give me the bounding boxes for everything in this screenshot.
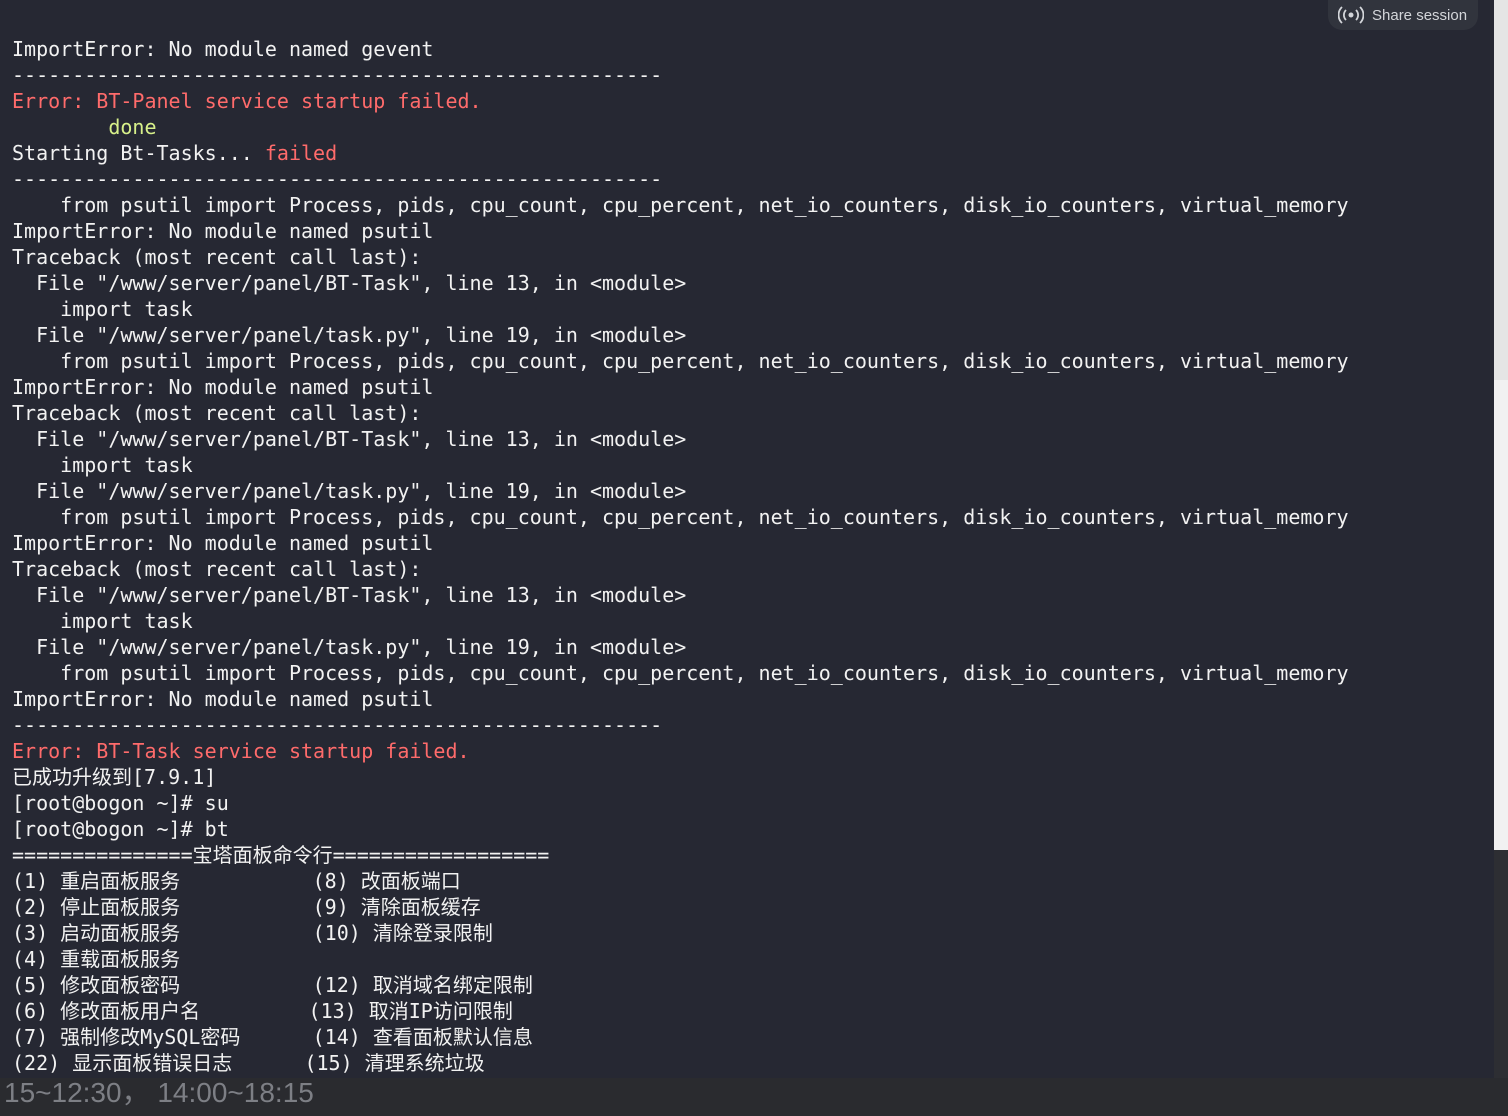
terminal-line: (5) 修改面板密码 (12) 取消域名绑定限制	[12, 973, 533, 997]
share-session-button[interactable]: Share session	[1328, 0, 1478, 30]
terminal-line: File "/www/server/panel/BT-Task", line 1…	[12, 271, 687, 295]
broadcast-icon	[1338, 6, 1364, 24]
background-schedule-text: 15~12:30， 14:00~18:15	[4, 1077, 314, 1108]
terminal-line: (3) 启动面板服务 (10) 清除登录限制	[12, 921, 493, 945]
terminal-line: from psutil import Process, pids, cpu_co…	[12, 193, 1349, 217]
terminal-line-segment: failed	[264, 141, 338, 165]
terminal-line: ImportError: No module named gevent	[12, 37, 434, 61]
terminal-line: (1) 重启面板服务 (8) 改面板端口	[12, 869, 461, 893]
terminal-line: ImportError: No module named psutil	[12, 531, 434, 555]
terminal-line: from psutil import Process, pids, cpu_co…	[12, 661, 1349, 685]
share-session-label: Share session	[1372, 6, 1468, 24]
terminal-line: ----------------------------------------…	[12, 713, 663, 737]
terminal-line: (6) 修改面板用户名 (13) 取消IP访问限制	[12, 999, 513, 1023]
terminal-line: Traceback (most recent call last):	[12, 401, 422, 425]
terminal-line: import task	[12, 609, 193, 633]
terminal-line: done	[12, 115, 157, 139]
terminal-line: ----------------------------------------…	[12, 63, 663, 87]
terminal-line: (4) 重载面板服务	[12, 947, 181, 971]
terminal-line: File "/www/server/panel/task.py", line 1…	[12, 635, 687, 659]
terminal-line: ImportError: No module named psutil	[12, 219, 434, 243]
scrollbar-thumb[interactable]	[1494, 0, 1508, 380]
terminal-line: File "/www/server/panel/BT-Task", line 1…	[12, 427, 687, 451]
terminal-line: (22) 显示面板错误日志 (15) 清理系统垃圾	[12, 1051, 485, 1075]
terminal-line: from psutil import Process, pids, cpu_co…	[12, 349, 1349, 373]
terminal-line: ===============宝塔面板命令行==================	[12, 843, 550, 867]
terminal-line: File "/www/server/panel/BT-Task", line 1…	[12, 583, 687, 607]
terminal-line: 已成功升级到[7.9.1]	[12, 765, 217, 789]
terminal-line: [root@bogon ~]# bt	[12, 817, 229, 841]
terminal-line: import task	[12, 297, 193, 321]
terminal-line-segment: Starting Bt-Tasks...	[12, 141, 265, 165]
terminal-line: File "/www/server/panel/task.py", line 1…	[12, 479, 687, 503]
window-right-edge	[1494, 0, 1508, 1116]
terminal-line: import task	[12, 453, 193, 477]
background-dark-area	[1494, 850, 1508, 1116]
terminal-line: Error: BT-Task service startup failed.	[12, 739, 470, 763]
terminal-line: [root@bogon ~]# su	[12, 791, 229, 815]
terminal-line: from psutil import Process, pids, cpu_co…	[12, 505, 1349, 529]
terminal-line: ----------------------------------------…	[12, 167, 663, 191]
terminal-line: Error: BT-Panel service startup failed.	[12, 89, 482, 113]
terminal-line: File "/www/server/panel/task.py", line 1…	[12, 323, 687, 347]
terminal-line: ImportError: No module named psutil	[12, 375, 434, 399]
terminal-line: ImportError: No module named psutil	[12, 687, 434, 711]
terminal-line: Starting Bt-Tasks... failed	[12, 140, 1349, 166]
terminal-line: (2) 停止面板服务 (9) 清除面板缓存	[12, 895, 481, 919]
terminal-output[interactable]: ImportError: No module named gevent -----…	[12, 36, 1349, 1076]
terminal-line: Traceback (most recent call last):	[12, 245, 422, 269]
terminal-line: (7) 强制修改MySQL密码 (14) 查看面板默认信息	[12, 1025, 533, 1049]
terminal-line: Traceback (most recent call last):	[12, 557, 422, 581]
terminal-window[interactable]: ImportError: No module named gevent -----…	[0, 0, 1494, 1078]
